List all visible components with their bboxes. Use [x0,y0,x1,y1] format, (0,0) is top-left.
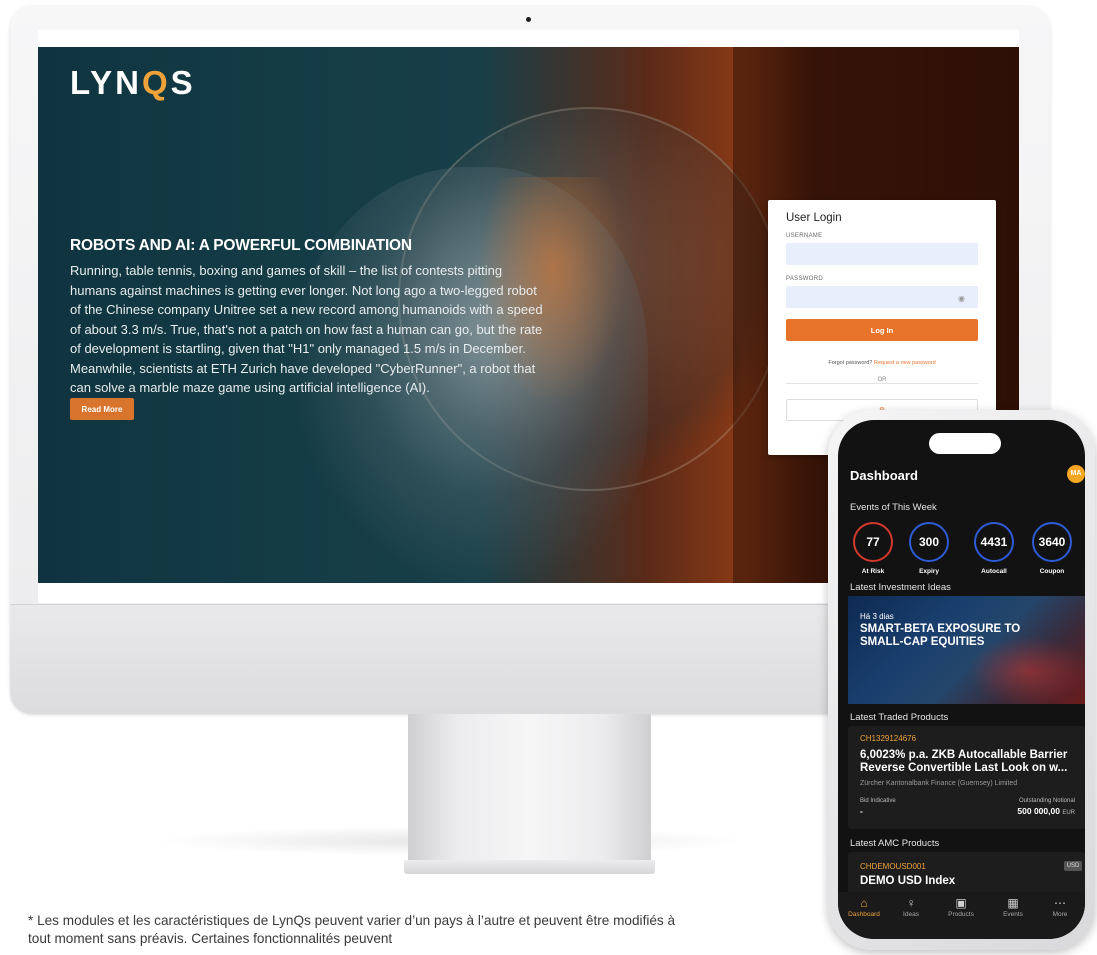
phone-frame: Dashboard MA Events of This Week 77 300 … [828,410,1095,950]
calendar-icon: ▦ [1007,896,1019,910]
avatar[interactable]: MA [1067,465,1085,483]
imac-stand-base [404,860,655,874]
events-section-title: Events of This Week [850,502,937,513]
briefcase-icon: ▣ [955,896,967,910]
tab-products[interactable]: ▣ Products [938,896,984,918]
request-password-link[interactable]: Request a new password [874,360,936,366]
amc-product-card[interactable]: CHDEMOUSD001 USD DEMO USD Index [848,852,1085,894]
username-label: USERNAME [786,233,823,239]
or-label: OR [768,377,996,383]
bid-value: - [860,806,863,816]
tab-more[interactable]: ⋯ More [1037,896,1083,918]
traded-isin: CH1329124676 [860,734,917,743]
traded-section-title: Latest Traded Products [850,712,949,723]
read-more-button[interactable]: Read More [70,398,134,420]
hero-title: ROBOTS AND AI: A POWERFUL COMBINATION [70,237,412,254]
traded-product-card[interactable]: CH1329124676 6,0023% p.a. ZKB Autocallab… [848,726,1085,829]
event-ring-at-risk[interactable]: 77 [853,522,893,562]
login-title: User Login [786,212,842,224]
notional-value: 500 000,00 EUR [1017,806,1075,816]
disclaimer-footnote: * Les modules et les caractéristiques de… [28,913,676,946]
traded-product-name: 6,0023% p.a. ZKB Autocallable Barrier Re… [860,749,1068,774]
dashboard-title: Dashboard [850,468,918,483]
tab-ideas[interactable]: ♀ Ideas [888,896,934,918]
or-divider [786,383,978,384]
username-input[interactable] [786,243,978,265]
dynamic-island [929,433,1001,454]
bid-label: Bid Indicative [860,798,896,804]
traded-issuer: Zürcher Kantonalbank Finance (Guernsey) … [860,780,1018,787]
phone-screen: Dashboard MA Events of This Week 77 300 … [838,420,1085,939]
lynqs-logo[interactable]: LYNQS [70,64,196,102]
eye-icon[interactable]: ◉ [958,294,965,303]
notional-label: Outstanding Notional [1018,798,1075,804]
camera-dot [526,17,531,22]
more-icon: ⋯ [1054,896,1066,910]
home-icon: ⌂ [860,896,868,910]
hero-body: Running, table tennis, boxing and games … [70,263,543,395]
password-label: PASSWORD [786,276,823,282]
imac-stand [408,714,651,862]
event-label-at-risk: At Risk [861,568,885,575]
tab-dashboard[interactable]: ⌂ Dashboard [841,896,887,918]
forgot-password-text: Forgot password? Request a new password [828,360,936,366]
event-ring-autocall[interactable]: 4431 [974,522,1014,562]
login-button[interactable]: Log In [786,319,978,341]
password-input[interactable] [786,286,978,308]
event-ring-expiry[interactable]: 300 [909,522,949,562]
ideas-section-title: Latest Investment Ideas [850,582,951,593]
lightbulb-icon: ♀ [906,896,916,910]
idea-title: SMART-BETA EXPOSURE TO SMALL-CAP EQUITIE… [860,623,1021,648]
amc-section-title: Latest AMC Products [850,838,940,849]
event-ring-coupon[interactable]: 3640 [1032,522,1072,562]
amc-product-name: DEMO USD Index [860,875,956,887]
investment-idea-card[interactable]: Há 3 dias SMART-BETA EXPOSURE TO SMALL-C… [848,596,1085,704]
bottom-tab-bar: ⌂ Dashboard ♀ Ideas ▣ Products ▦ Events … [838,892,1085,939]
currency-badge: USD [1064,861,1082,871]
event-label-coupon: Coupon [1039,568,1065,575]
event-label-expiry: Expiry [919,568,939,575]
idea-time: Há 3 dias [860,612,894,621]
amc-isin: CHDEMOUSD001 [860,862,926,871]
tab-events[interactable]: ▦ Events [990,896,1036,918]
event-label-autocall: Autocall [981,568,1007,575]
